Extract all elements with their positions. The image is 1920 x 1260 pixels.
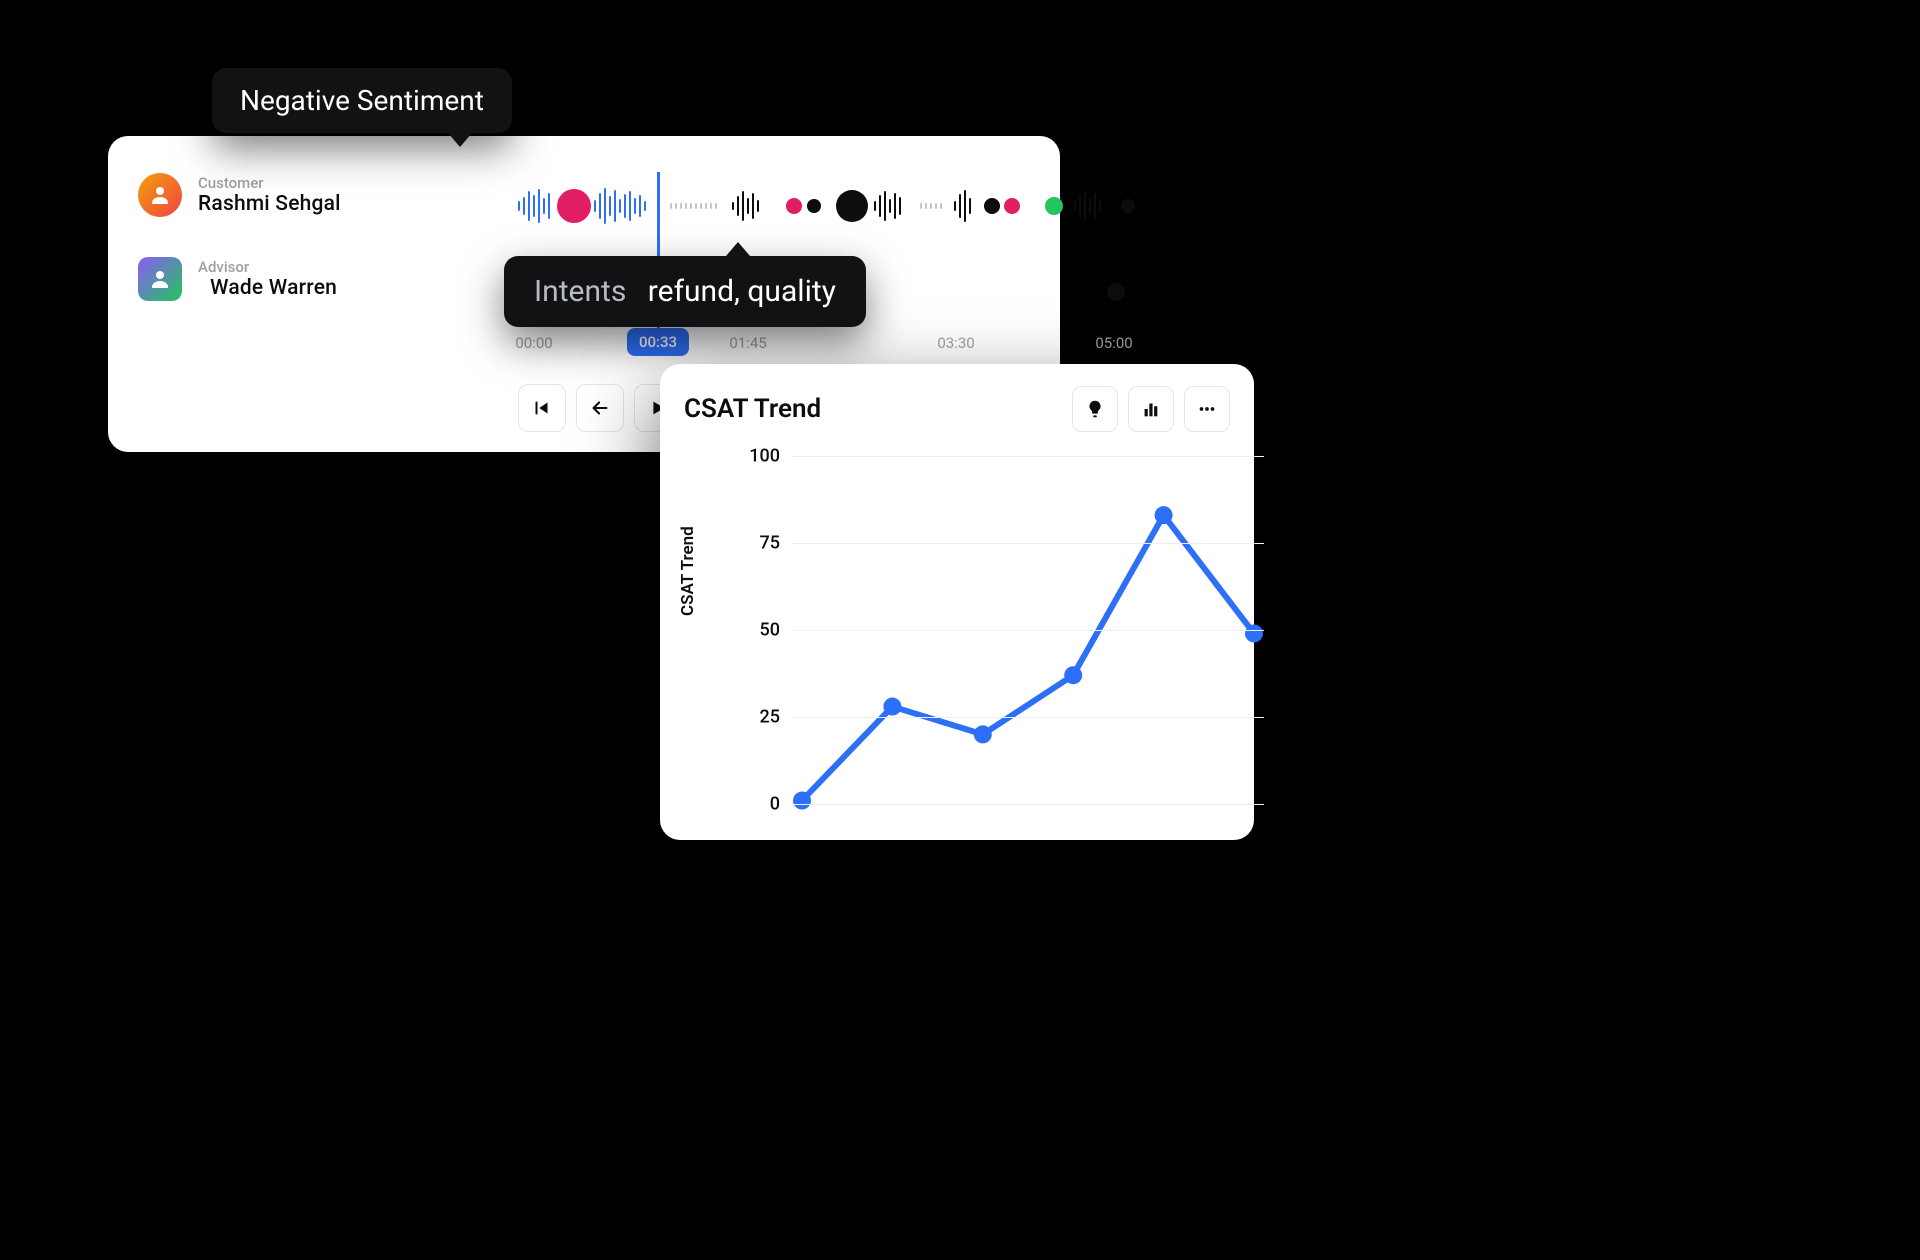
time-tick: 03:30 [937,334,974,352]
intents-tooltip: Intents refund, quality [504,256,866,327]
intents-tooltip-value: refund, quality [648,274,836,309]
sentiment-dot-neutral[interactable] [984,198,1000,214]
more-button[interactable] [1184,386,1230,432]
grid-line [792,804,1264,805]
bar-chart-icon [1140,398,1162,420]
sentiment-dot-negative[interactable] [557,189,591,223]
arrow-left-icon [589,397,611,419]
insights-button[interactable] [1072,386,1118,432]
y-axis-title: CSAT Trend [678,526,698,616]
time-tick: 01:45 [729,334,766,352]
avatar [138,257,182,301]
grid-line [792,630,1264,631]
sentiment-dot-neutral[interactable] [807,199,821,213]
data-point[interactable] [1155,506,1173,524]
sentiment-dot-neutral[interactable] [1121,199,1135,213]
time-tick: 00:00 [515,334,552,352]
waveform-track-customer [518,186,1134,226]
data-point[interactable] [1064,666,1082,684]
grid-line [792,543,1264,544]
sentiment-dot-neutral[interactable] [1107,283,1125,301]
lightbulb-icon [1084,398,1106,420]
time-axis: 00:00 00:33 01:45 03:30 05:00 [518,330,1134,360]
y-tick-label: 25 [734,707,780,728]
data-point[interactable] [793,792,811,810]
grid-line [792,717,1264,718]
sentiment-dot-positive[interactable] [1045,197,1063,215]
chart-title: CSAT Trend [684,394,821,424]
data-point[interactable] [883,698,901,716]
role-label: Customer [198,174,418,192]
skip-start-button[interactable] [518,384,566,432]
intents-tooltip-label: Intents [534,274,626,309]
grid-line [792,456,1264,457]
prev-button[interactable] [576,384,624,432]
intent-dot[interactable] [836,190,868,222]
sentiment-tooltip-text: Negative Sentiment [240,84,484,117]
skip-start-icon [531,397,553,419]
person-name: Wade Warren [198,276,418,300]
data-point[interactable] [974,725,992,743]
chart-plot[interactable]: 0255075100 [792,456,1264,804]
sentiment-dot-negative[interactable] [786,198,802,214]
csat-trend-card: CSAT Trend CSAT Trend 0 25 50 75 100 [660,364,1254,840]
chart-body: CSAT Trend 0255075100 [684,450,1230,830]
avatar [138,173,182,217]
role-label: Advisor [198,258,418,276]
y-tick-label: 50 [734,620,780,641]
sentiment-tooltip: Negative Sentiment [212,68,512,133]
time-tick: 05:00 [1095,334,1132,352]
sentiment-dot-negative[interactable] [1004,198,1020,214]
person-name: Rashmi Sehgal [198,192,418,216]
time-current-chip[interactable]: 00:33 [627,328,689,356]
y-tick-label: 100 [734,446,780,467]
chart-type-button[interactable] [1128,386,1174,432]
data-point[interactable] [1245,624,1263,642]
more-icon [1196,398,1218,420]
y-tick-label: 0 [734,794,780,815]
y-tick-label: 75 [734,533,780,554]
